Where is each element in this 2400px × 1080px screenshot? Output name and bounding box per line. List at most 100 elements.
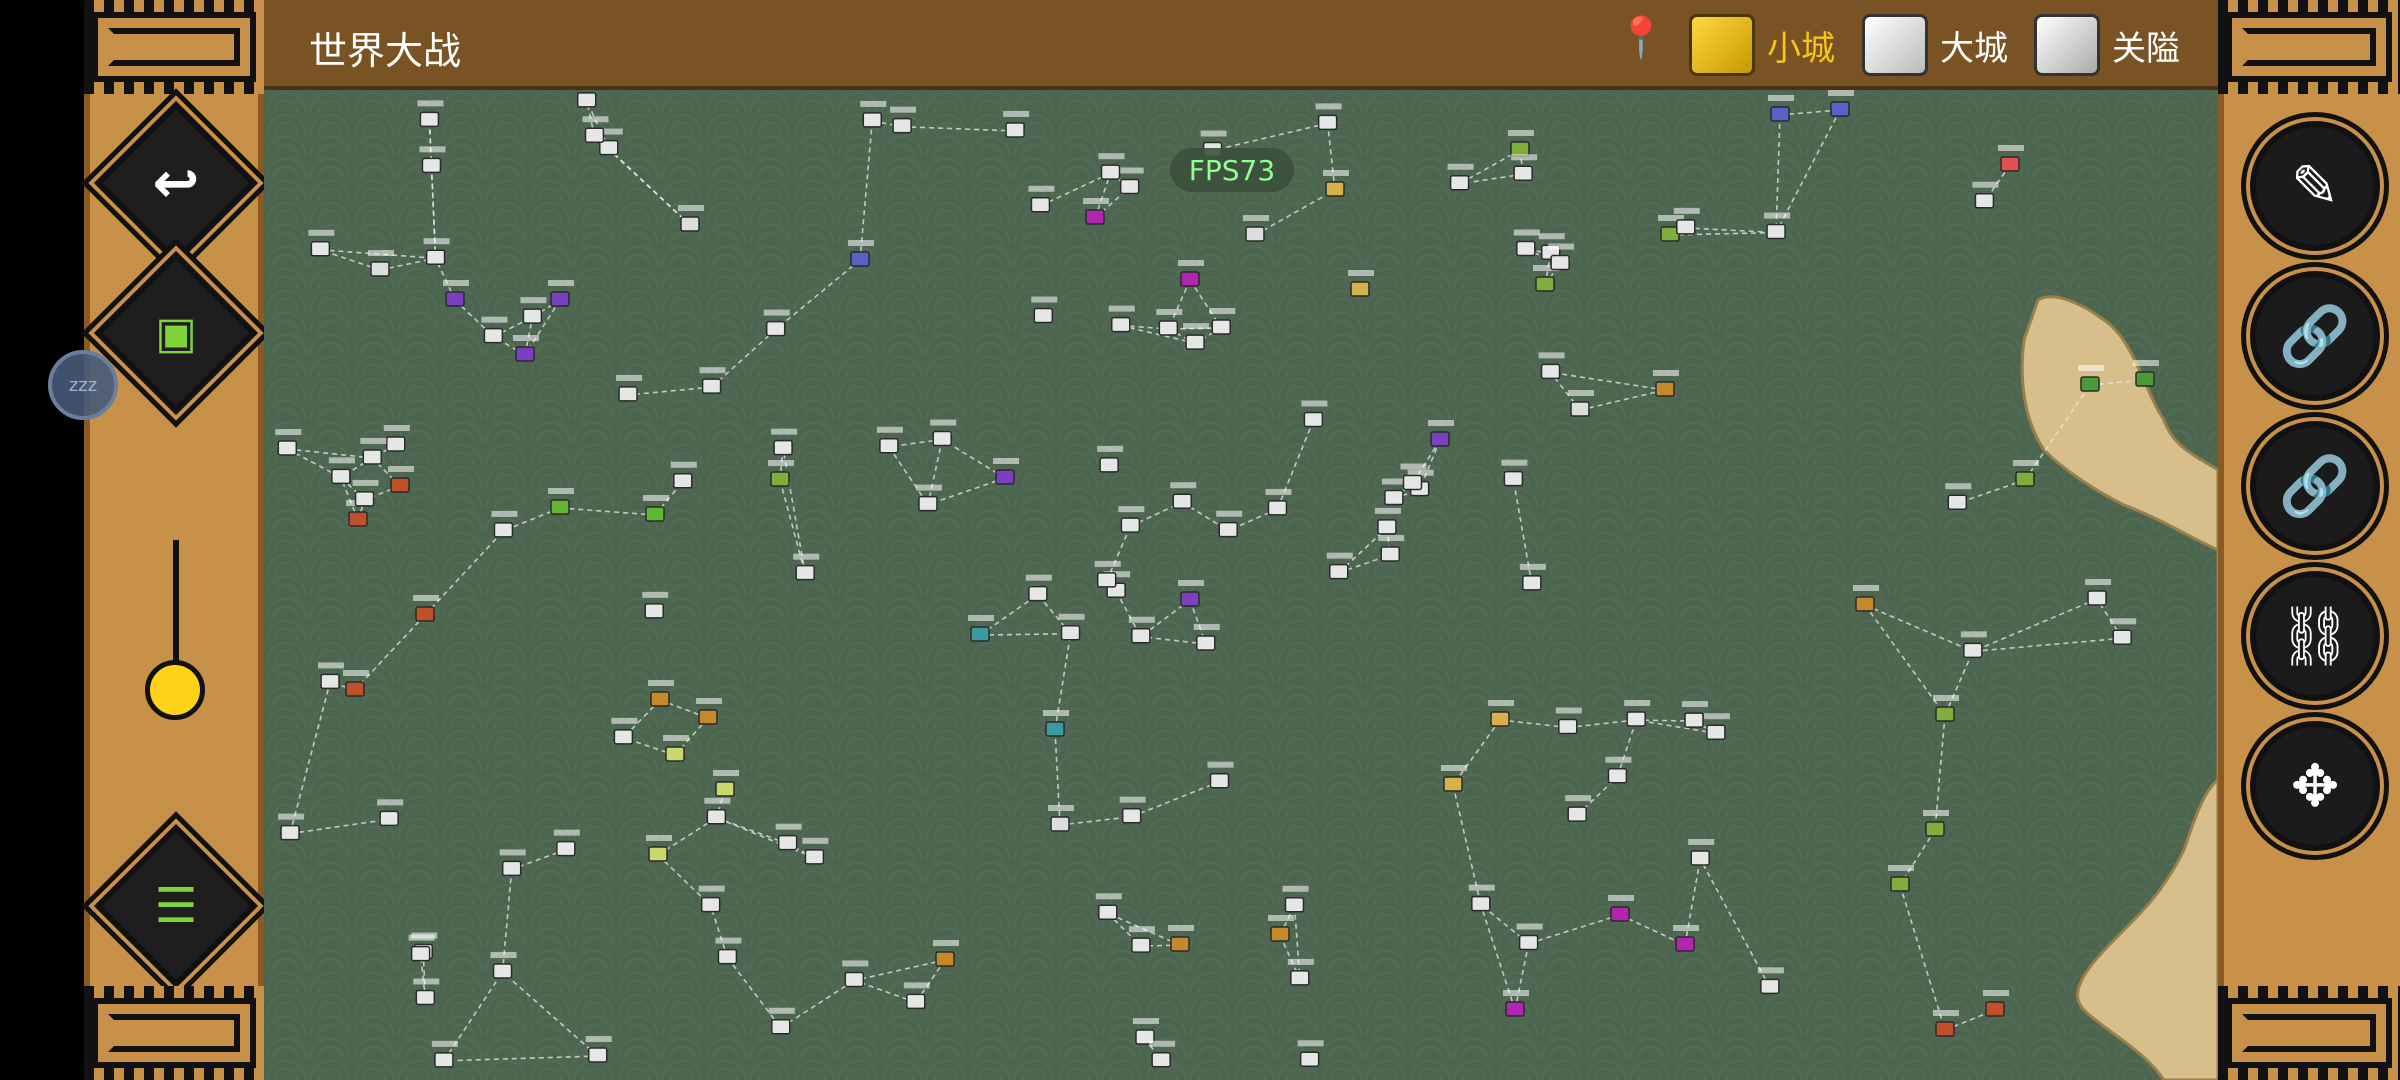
map-node[interactable]	[1548, 243, 1575, 271]
city-node[interactable]	[1048, 805, 1074, 832]
map-node[interactable]	[2110, 618, 2137, 646]
map-node[interactable]	[1098, 153, 1125, 180]
map-node[interactable]	[1003, 110, 1030, 138]
city-node[interactable]	[848, 240, 874, 267]
edit-button[interactable]: ✎	[2250, 121, 2380, 251]
city-node[interactable]	[1888, 865, 1914, 892]
city-node[interactable]	[1933, 695, 1959, 722]
map-node[interactable]	[1378, 535, 1405, 562]
city-node[interactable]	[678, 205, 704, 232]
map-node[interactable]	[328, 457, 355, 485]
map-node[interactable]	[1132, 1018, 1159, 1045]
city-node[interactable]	[1983, 990, 2009, 1017]
city-node[interactable]	[1853, 585, 1879, 612]
city-node[interactable]	[1178, 260, 1204, 287]
city-node[interactable]	[1568, 390, 1594, 417]
map-node[interactable]	[377, 799, 404, 827]
zoom-slider-knob[interactable]	[145, 660, 205, 720]
map-node[interactable]	[1703, 713, 1730, 740]
map-node[interactable]	[1207, 761, 1234, 789]
map-node[interactable]	[1757, 967, 1784, 995]
map-node[interactable]	[481, 316, 508, 344]
city-node[interactable]	[1348, 270, 1374, 297]
cities[interactable]	[275, 90, 2159, 1068]
city-node[interactable]	[1488, 700, 1514, 727]
city-node[interactable]	[1168, 925, 1194, 952]
save-button[interactable]: ▣	[93, 250, 259, 416]
city-node[interactable]	[1178, 580, 1204, 607]
city-node[interactable]	[768, 460, 794, 487]
city-node[interactable]	[1933, 1010, 1959, 1037]
map-node[interactable]	[1193, 623, 1220, 651]
back-button[interactable]: ↩	[93, 100, 259, 266]
city-node[interactable]	[2013, 460, 2039, 487]
map-node[interactable]	[876, 426, 903, 454]
city-node[interactable]	[388, 466, 414, 493]
map-node[interactable]	[1058, 613, 1085, 641]
map-node[interactable]	[1326, 552, 1353, 580]
map-node[interactable]	[670, 461, 697, 489]
map-node[interactable]	[1149, 1040, 1176, 1068]
map-node[interactable]	[1513, 229, 1540, 257]
map-node[interactable]	[1945, 483, 1972, 510]
map-node[interactable]	[575, 90, 601, 108]
map-node[interactable]	[802, 837, 829, 865]
map-node[interactable]	[1315, 103, 1342, 131]
city-node[interactable]	[993, 458, 1019, 485]
map-node[interactable]	[275, 428, 302, 456]
map-node[interactable]	[318, 662, 345, 690]
map-node[interactable]	[1565, 795, 1592, 822]
map-node[interactable]	[1028, 185, 1055, 213]
map-node[interactable]	[419, 146, 446, 174]
map-node[interactable]	[1301, 400, 1328, 428]
map-node[interactable]	[1265, 488, 1292, 516]
city-node[interactable]	[1673, 925, 1699, 952]
map-node[interactable]	[423, 238, 450, 265]
map-node[interactable]	[431, 1040, 458, 1068]
map-node[interactable]	[1447, 163, 1474, 191]
map-node[interactable]	[1605, 756, 1632, 784]
map-node[interactable]	[278, 813, 305, 841]
map-node[interactable]	[930, 419, 957, 447]
sleep-indicator[interactable]: zzz	[48, 350, 118, 420]
city-node[interactable]	[1923, 810, 1949, 837]
map-node[interactable]	[698, 885, 725, 913]
map-node[interactable]	[1183, 323, 1210, 350]
map-node[interactable]	[771, 428, 798, 456]
map-node[interactable]	[1468, 884, 1495, 912]
city-node[interactable]	[1268, 915, 1294, 942]
city-node[interactable]	[1503, 990, 1529, 1017]
map-node[interactable]	[1688, 838, 1715, 866]
map-node[interactable]	[1282, 885, 1309, 913]
map-node[interactable]	[616, 374, 643, 402]
map-node[interactable]	[1128, 926, 1155, 953]
map-node[interactable]	[715, 937, 742, 965]
map-node[interactable]	[1673, 207, 1700, 235]
map-node[interactable]	[1118, 506, 1145, 533]
map-node[interactable]	[1764, 212, 1791, 240]
map-node[interactable]	[699, 367, 726, 394]
map-node[interactable]	[553, 829, 580, 857]
map-node[interactable]	[383, 424, 410, 452]
map-node[interactable]	[1216, 510, 1243, 538]
city-node[interactable]	[1508, 130, 1534, 157]
map-node[interactable]	[360, 437, 387, 465]
map-node[interactable]	[1025, 574, 1052, 602]
map-node[interactable]	[1624, 700, 1651, 727]
map-node[interactable]	[1095, 893, 1122, 921]
link-button-2[interactable]: 🔗	[2250, 421, 2380, 551]
map-node[interactable]	[1519, 563, 1546, 591]
move-button[interactable]: ✥	[2250, 721, 2380, 851]
map-node[interactable]	[1374, 507, 1401, 535]
map-node[interactable]	[1119, 796, 1146, 824]
map-node[interactable]	[308, 229, 335, 257]
city-node[interactable]	[413, 595, 439, 622]
map-node[interactable]	[1031, 296, 1058, 324]
location-pin[interactable]: 📍	[1616, 14, 1666, 61]
legend-large-city[interactable]: 大城	[1862, 14, 2008, 76]
map-node[interactable]	[1209, 308, 1236, 335]
unlink-button[interactable]: ⛓	[2250, 571, 2380, 701]
map-node[interactable]	[491, 510, 518, 538]
map-node[interactable]	[775, 823, 802, 851]
city-node[interactable]	[643, 495, 669, 522]
